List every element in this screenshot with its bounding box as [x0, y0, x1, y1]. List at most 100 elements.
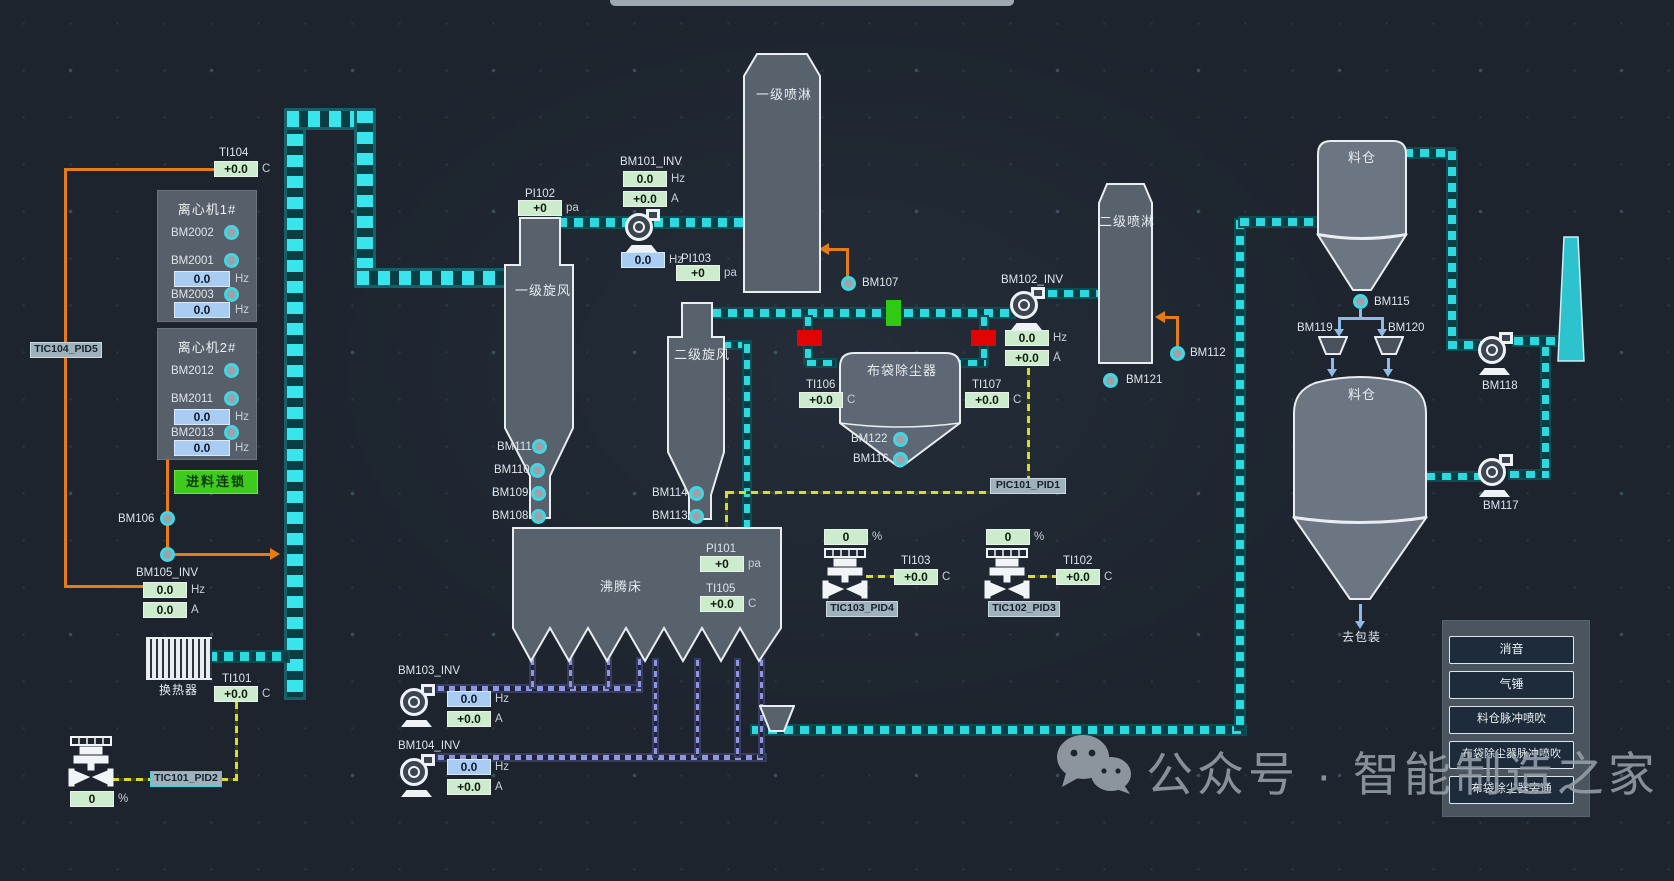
- spray-tower2-label: 二级喷淋: [1099, 211, 1155, 230]
- bm103-label: BM103_INV: [398, 665, 460, 677]
- pump-bm103[interactable]: [400, 683, 440, 727]
- centrifuge1-bm2003-indicator[interactable]: [224, 287, 239, 302]
- bm111-indicator[interactable]: [532, 439, 547, 454]
- ti102-unit: C: [1104, 571, 1112, 583]
- bm114-indicator[interactable]: [689, 486, 704, 501]
- bag-filter-label: 布袋除尘器: [867, 360, 937, 379]
- centrifuge2-bm2012-indicator[interactable]: [224, 363, 239, 378]
- valve-green[interactable]: [886, 300, 901, 326]
- centrifuge2-bm2011-indicator[interactable]: [224, 391, 239, 406]
- valve-red-right[interactable]: [971, 330, 996, 346]
- bm101-hz-unit: Hz: [671, 173, 685, 185]
- hopper-bm120[interactable]: [1374, 336, 1404, 356]
- pipe-fan2-spray2: [1046, 288, 1102, 299]
- bm116-indicator[interactable]: [893, 452, 908, 467]
- bm109-indicator[interactable]: [531, 486, 546, 501]
- control-valve-tic102[interactable]: [984, 548, 1030, 600]
- valve-red-left[interactable]: [797, 330, 822, 346]
- cyclone1-label: 一级旋风: [515, 280, 571, 299]
- control-valve-tic101[interactable]: [68, 736, 114, 788]
- bm103-hz: 0.0: [447, 691, 491, 707]
- ti101-label: TI101: [222, 673, 251, 685]
- pi102-unit: pa: [566, 202, 579, 214]
- button-bagfilter-bypass[interactable]: 布袋除尘器旁通: [1449, 776, 1574, 804]
- bm105-hz-unit: Hz: [191, 584, 205, 596]
- tic103-pid4-box[interactable]: TIC103_PID4: [826, 601, 898, 617]
- bm122-indicator[interactable]: [893, 432, 908, 447]
- chimney: [1556, 236, 1586, 362]
- button-silo-pulse[interactable]: 料仓脉冲喷吹: [1449, 706, 1574, 734]
- centrifuge1-bm2003-hz-unit: Hz: [235, 304, 249, 316]
- silo1-label: 料仓: [1348, 147, 1376, 166]
- pipe-main-riser: [284, 110, 306, 700]
- bm119-drop-arrow: [1327, 369, 1337, 382]
- control-valve-tic103[interactable]: [822, 548, 868, 600]
- ti104-unit: C: [262, 163, 270, 175]
- pipe-main-drop: [354, 108, 376, 283]
- bm109-label: BM109: [492, 487, 528, 499]
- pump-bm118[interactable]: [1478, 331, 1518, 375]
- line-panel-drop: [166, 455, 169, 557]
- pipe-hx: [206, 650, 290, 663]
- tic104-pid5-box[interactable]: TIC104_PID5: [30, 342, 102, 358]
- bm102-label: BM102_INV: [1001, 274, 1063, 286]
- pump-bm101[interactable]: [625, 208, 665, 252]
- pi102-label: PI102: [525, 188, 555, 200]
- line-bm105-arrow: [166, 553, 272, 556]
- pipe-to-cyclone1: [354, 268, 519, 288]
- bm120-drop-arrow: [1383, 369, 1393, 382]
- tic101-valve-pct: 0: [70, 791, 114, 807]
- centrifuge1-bm2003-label: BM2003: [171, 289, 214, 301]
- pic101-pid1-box[interactable]: PIC101_PID1: [990, 478, 1066, 494]
- line-ti104: [64, 168, 216, 171]
- pipe-bottom-run: [750, 724, 1247, 736]
- bm115-indicator[interactable]: [1353, 294, 1368, 309]
- ti106-label: TI106: [806, 379, 835, 391]
- pipe-to-silo1: [1238, 216, 1320, 228]
- bm105-amp: 0.0: [143, 602, 187, 618]
- bm106-indicator[interactable]: [160, 511, 175, 526]
- ti101-unit: C: [262, 688, 270, 700]
- bm105-indicator[interactable]: [160, 547, 175, 562]
- bm108-indicator[interactable]: [531, 509, 546, 524]
- feed-interlock-button[interactable]: 进料连锁: [174, 470, 258, 494]
- bm111-label: BM111: [497, 441, 532, 453]
- centrifuge1-bm2001-indicator[interactable]: [224, 253, 239, 268]
- tic101-pid2-box[interactable]: TIC101_PID2: [150, 771, 222, 787]
- ti106-unit: C: [847, 394, 855, 406]
- centrifuge2-bm2013-indicator[interactable]: [224, 425, 239, 440]
- bm113-indicator[interactable]: [689, 509, 704, 524]
- ti101-value: +0.0: [214, 686, 258, 702]
- pipe-bm118-down: [1540, 345, 1551, 477]
- bm107-indicator[interactable]: [841, 276, 856, 291]
- bm102-hz-unit: Hz: [1053, 332, 1067, 344]
- bm112-indicator[interactable]: [1170, 346, 1185, 361]
- centrifuge1-panel: 离心机1# BM2002 BM2001 0.0 Hz BM2003 0.0 Hz: [157, 190, 257, 322]
- button-bagfilter-pulse[interactable]: 布袋除尘器脉冲喷吹: [1449, 741, 1574, 769]
- fluidized-bed: [512, 527, 783, 663]
- bm117-label: BM117: [1483, 500, 1519, 512]
- bm121-indicator[interactable]: [1103, 373, 1118, 388]
- hopper-bm119[interactable]: [1318, 336, 1348, 356]
- line-left-h: [64, 585, 146, 588]
- pump-bm117[interactable]: [1478, 453, 1518, 497]
- line-ti101-pid: [235, 702, 238, 780]
- pi102-value: +0: [518, 200, 562, 216]
- pump-bm104[interactable]: [400, 753, 440, 797]
- bm103-hz-unit: Hz: [495, 693, 509, 705]
- tic102-pid3-box[interactable]: TIC102_PID3: [988, 601, 1060, 617]
- pipe-silo1-down: [1446, 149, 1458, 349]
- split-bar: [1338, 317, 1384, 320]
- bm110-indicator[interactable]: [530, 463, 545, 478]
- pi103-unit: pa: [724, 267, 737, 279]
- bed-hopper: [759, 705, 795, 733]
- ti106-value: +0.0: [799, 392, 843, 408]
- button-air-hammer[interactable]: 气锤: [1449, 671, 1574, 699]
- bm104-hz-unit: Hz: [495, 761, 509, 773]
- ti103-unit: C: [942, 571, 950, 583]
- centrifuge1-bm2002-indicator[interactable]: [224, 225, 239, 240]
- button-mute[interactable]: 消音: [1449, 636, 1574, 664]
- pipe-right-riser: [1234, 218, 1246, 731]
- bm120-label: BM120: [1388, 322, 1424, 334]
- pump-bm102[interactable]: [1010, 286, 1050, 330]
